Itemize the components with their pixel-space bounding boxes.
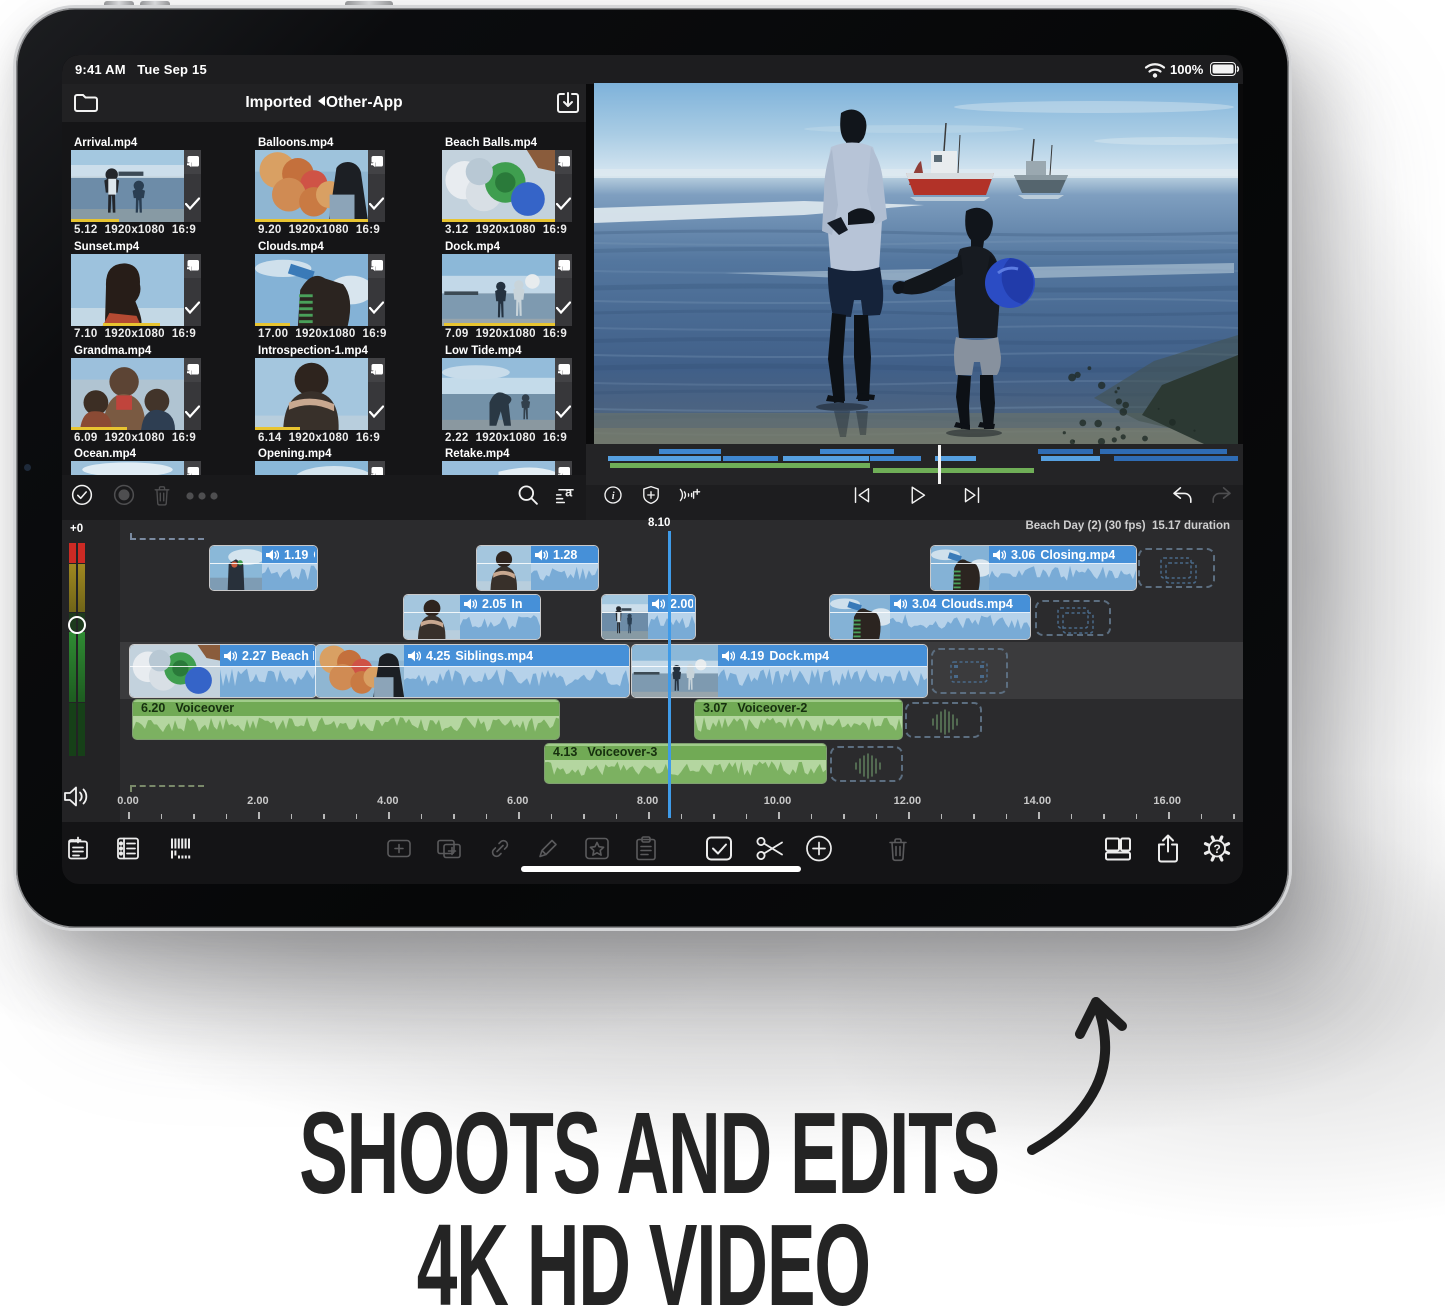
svg-text:?: ? — [1214, 842, 1221, 856]
svg-text:i: i — [612, 491, 615, 502]
svg-text:a: a — [565, 485, 573, 500]
